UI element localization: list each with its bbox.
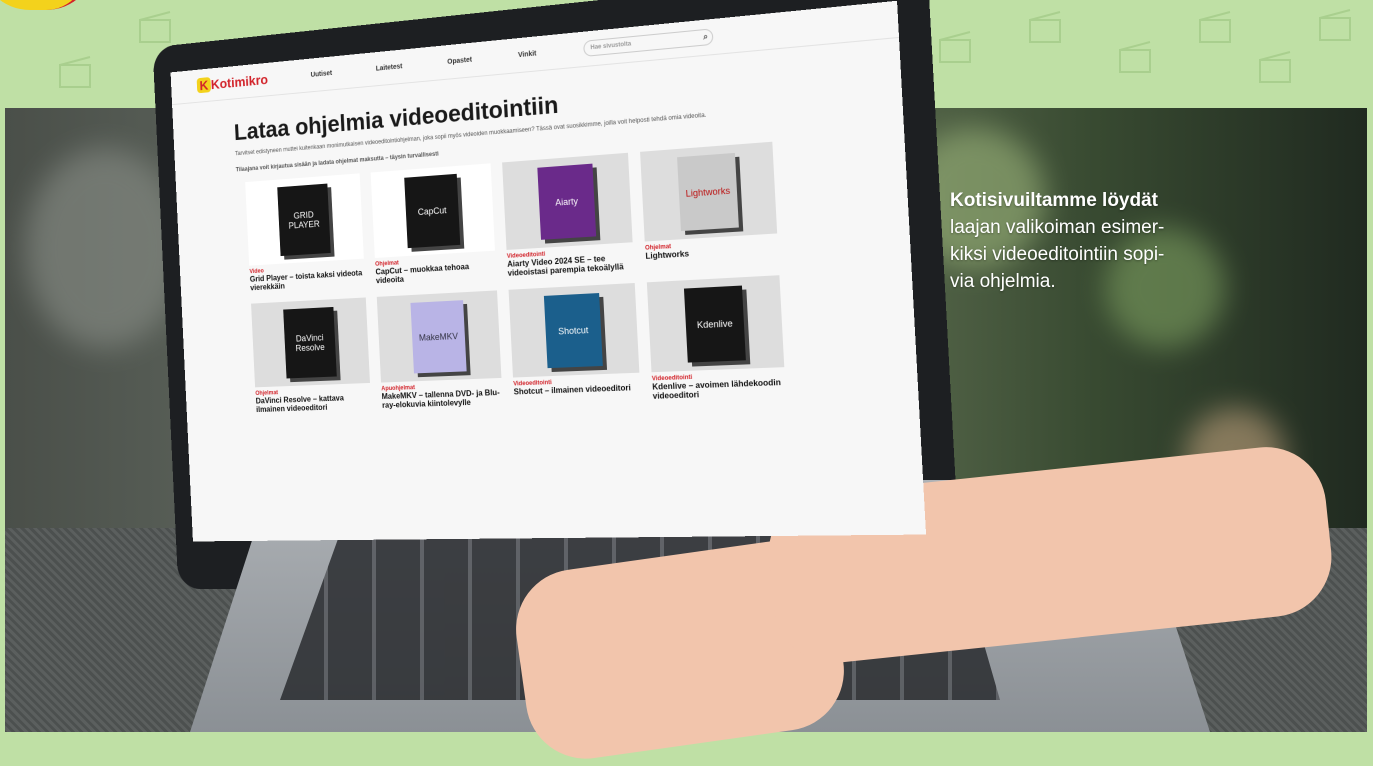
product-box: Kdenlive (684, 286, 746, 363)
software-card[interactable]: CapCut Ohjelmat CapCut – muokkaa tehoaa vi… (371, 163, 497, 285)
nav-item[interactable]: Vinkit (518, 50, 537, 59)
product-box: Aiarty (537, 164, 596, 240)
software-card[interactable]: DaVinci Resolve Ohjelmat DaVinci Resolve –… (251, 297, 371, 414)
product-box: MakeMKV (410, 300, 466, 373)
product-box: CapCut (404, 174, 460, 248)
caption-lead: Kotisivuiltamme löydät (950, 187, 1210, 214)
search-icon[interactable]: ⌕ (703, 30, 708, 45)
software-card[interactable]: Aiarty Videoeditointi Aiarty Video 2024 SE… (502, 153, 634, 278)
product-box: Lightworks (677, 153, 739, 231)
caption-line: via ohjelmia. (950, 268, 1210, 295)
product-box: Shotcut (544, 293, 603, 368)
product-box: DaVinci Resolve (283, 307, 337, 379)
software-card[interactable]: Lightworks Ohjelmat Lightworks (640, 142, 779, 270)
software-card[interactable]: GRID PLAYER Video Grid Player – toista kak… (245, 173, 365, 292)
caption-line: kiksi videoeditointiin sopi- (950, 241, 1210, 268)
site-logo[interactable]: K Kotimikro (197, 71, 269, 93)
nav-item[interactable]: Laitetest (376, 63, 403, 72)
software-card[interactable]: Kdenlive Videoeditointi Kdenlive – avoimen… (647, 275, 786, 401)
photo-caption: Kotisivuiltamme löydät laajan valikoiman… (950, 187, 1210, 295)
nav-item[interactable]: Uutiset (311, 70, 333, 79)
software-grid: GRID PLAYER Video Grid Player – toista kak… (245, 132, 918, 414)
caption-line: laajan valikoiman esimer- (950, 214, 1210, 241)
nav-item[interactable]: Opastet (447, 56, 472, 65)
search-input[interactable]: Hae sivustolta ⌕ (583, 28, 713, 57)
software-card[interactable]: MakeMKV Apuohjelmat MakeMKV – tallenna DVD… (377, 290, 503, 409)
software-card[interactable]: Shotcut Videoeditointi Shotcut – ilmainen … (509, 283, 641, 405)
product-box: GRID PLAYER (277, 184, 330, 257)
laptop-screen: K Kotimikro Uutiset Laitetest Opastet Vin… (171, 1, 927, 542)
